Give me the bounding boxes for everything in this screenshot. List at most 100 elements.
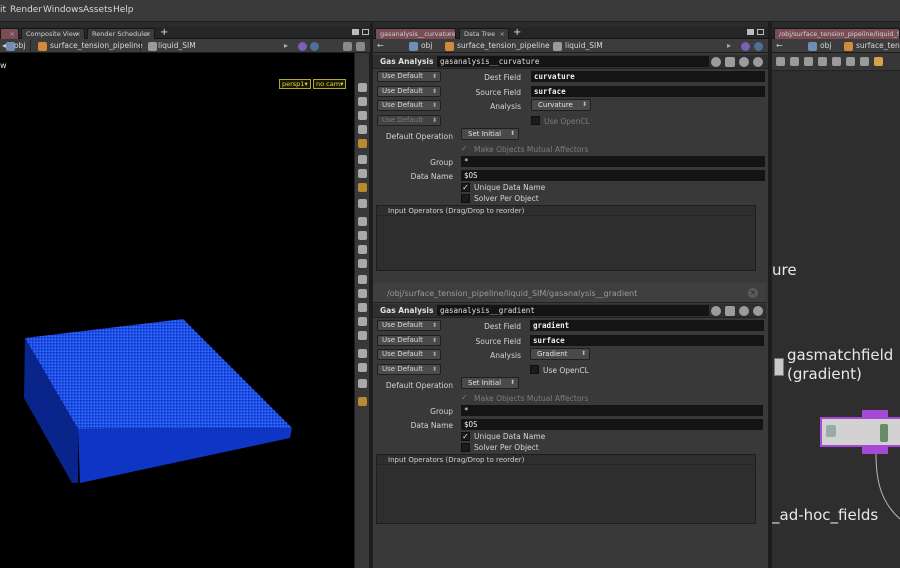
input-operators-list[interactable]: Input Operators (Drag/Drop to reorder) — [376, 205, 756, 271]
pin-icon[interactable] — [298, 42, 307, 51]
close-icon[interactable]: × — [500, 29, 505, 39]
node-info-icon[interactable] — [725, 306, 735, 316]
pane-splitter[interactable] — [768, 22, 772, 568]
use-default-dest-field[interactable]: Use Default ⬍ — [377, 71, 441, 82]
settings-icon[interactable] — [343, 42, 352, 51]
analysis-menu[interactable]: Gradient ⬍ — [530, 348, 590, 360]
use-opencl-checkbox[interactable] — [531, 116, 540, 125]
crumb-pipeline[interactable]: surface_tension — [856, 41, 900, 51]
pane-menu-icon[interactable] — [352, 29, 359, 35]
node-name-field[interactable]: gasanalysis__curvature — [437, 56, 709, 67]
help-icon[interactable] — [753, 57, 763, 67]
pin-icon[interactable] — [741, 42, 750, 51]
use-default-opencl[interactable]: Use Default ⬍ — [377, 364, 441, 375]
node-name-field[interactable]: gasanalysis__gradient — [437, 305, 709, 316]
add-tab-icon[interactable]: + — [513, 27, 521, 38]
help-icon[interactable] — [356, 42, 365, 51]
use-opencl-checkbox[interactable] — [530, 365, 539, 374]
edge-icon[interactable] — [358, 169, 367, 178]
input-operators-list[interactable]: Input Operators (Drag/Drop to reorder) — [376, 454, 756, 524]
info-icon[interactable] — [739, 306, 749, 316]
brush-icon[interactable] — [358, 245, 367, 254]
menu-assets[interactable]: Assets — [83, 5, 112, 15]
data-name-input[interactable]: $OS — [461, 419, 763, 430]
handle-icon[interactable] — [358, 111, 367, 120]
tab-render-scheduler[interactable]: Render Scheduler × — [87, 28, 155, 39]
menu-render[interactable]: Render — [10, 5, 42, 15]
render-icon[interactable] — [358, 331, 367, 340]
use-default-source-field[interactable]: Use Default ⬍ — [377, 86, 441, 97]
back-arrow-icon[interactable]: ← — [377, 41, 384, 50]
group-input[interactable]: * — [461, 405, 763, 416]
add-tab-icon[interactable]: + — [160, 27, 168, 38]
tab-composite-view[interactable]: Composite View × — [21, 28, 85, 39]
crumb-obj[interactable]: obj — [14, 41, 25, 51]
unique-data-name-checkbox[interactable]: ✓ — [461, 432, 470, 441]
network-editor[interactable]: ure gasmatchfield (gradient) _ad-hoc_fie… — [772, 53, 900, 568]
snap-icon[interactable] — [358, 125, 367, 134]
info-icon[interactable] — [739, 57, 749, 67]
tab-data-tree[interactable]: Data Tree × — [459, 28, 509, 39]
point-icon[interactable] — [358, 155, 367, 164]
crumb-obj[interactable]: obj — [421, 41, 432, 51]
select-icon[interactable] — [358, 289, 367, 298]
link-icon[interactable] — [754, 42, 763, 51]
node-info-icon[interactable] — [725, 57, 735, 67]
grid-icon[interactable] — [358, 199, 367, 208]
dest-field-input[interactable]: curvature — [531, 71, 765, 82]
source-field-input[interactable]: surface — [530, 335, 764, 346]
data-name-input[interactable]: $OS — [461, 170, 765, 181]
pane-splitter[interactable] — [370, 22, 373, 568]
path-dropdown-icon[interactable]: ▸ — [284, 41, 288, 50]
group-input[interactable]: * — [461, 156, 765, 167]
eye-icon[interactable] — [358, 83, 367, 92]
use-default-analysis[interactable]: Use Default ⬍ — [377, 100, 441, 111]
camera-icon[interactable] — [358, 183, 367, 192]
help-icon[interactable] — [753, 306, 763, 316]
use-default-analysis[interactable]: Use Default ⬍ — [377, 349, 441, 360]
crumb-obj[interactable]: obj — [820, 41, 831, 51]
use-default-source-field[interactable]: Use Default ⬍ — [377, 335, 441, 346]
unique-data-name-checkbox[interactable]: ✓ — [461, 183, 470, 192]
crumb-pipeline[interactable]: surface_tension_pipeline — [50, 41, 143, 51]
close-icon[interactable]: × — [10, 29, 15, 39]
close-icon[interactable]: × — [146, 29, 151, 39]
close-icon[interactable]: × — [748, 288, 758, 298]
transform-icon[interactable] — [358, 259, 367, 268]
tab-network[interactable]: /obj/surface_tension_pipeline/liquid_SIM — [774, 28, 900, 39]
path-dropdown-icon[interactable]: ▸ — [727, 41, 731, 50]
lock-icon[interactable] — [358, 97, 367, 106]
analysis-menu[interactable]: Curvature ⬍ — [531, 99, 591, 111]
cube-icon[interactable] — [358, 363, 367, 372]
floating-window-header[interactable]: /obj/surface_tension_pipeline/liquid_SIM… — [373, 283, 766, 303]
menu-edit[interactable]: it — [0, 5, 6, 15]
light-icon[interactable] — [358, 139, 367, 148]
crumb-pipeline[interactable]: surface_tension_pipeline — [457, 41, 550, 51]
pane-maximize-icon[interactable] — [362, 29, 369, 35]
menu-help[interactable]: Help — [113, 5, 134, 15]
link-icon[interactable] — [310, 42, 319, 51]
gear-icon[interactable] — [711, 57, 721, 67]
crumb-liquid-sim[interactable]: liquid_SIM — [158, 41, 196, 51]
tab-gasanalysis-curvature[interactable]: gasanalysis__curvature × — [375, 28, 456, 39]
tab-scene-view[interactable]: × — [0, 28, 19, 39]
use-default-dest-field[interactable]: Use Default ⬍ — [377, 320, 441, 331]
dest-field-input[interactable]: gradient — [530, 320, 764, 331]
pane-maximize-icon[interactable] — [757, 29, 764, 35]
source-field-input[interactable]: surface — [531, 86, 765, 97]
ghost-icon[interactable] — [358, 303, 367, 312]
default-operation-menu[interactable]: Set Initial ⬍ — [461, 128, 519, 140]
lightbulb-icon[interactable] — [358, 397, 367, 406]
menu-windows[interactable]: Windows — [43, 5, 83, 15]
cross-icon[interactable] — [358, 317, 367, 326]
scene-viewport[interactable]: w persp1▾ no cam▾ — [0, 53, 354, 568]
back-arrow-icon[interactable]: ← — [776, 41, 783, 50]
solver-per-object-checkbox[interactable] — [461, 443, 470, 452]
pane-menu-icon[interactable] — [747, 29, 754, 35]
dot-icon[interactable] — [358, 217, 367, 226]
hand-icon[interactable] — [358, 275, 367, 284]
display-icon[interactable] — [358, 379, 367, 388]
abc-icon[interactable] — [358, 349, 367, 358]
curve-icon[interactable] — [358, 231, 367, 240]
gear-icon[interactable] — [711, 306, 721, 316]
